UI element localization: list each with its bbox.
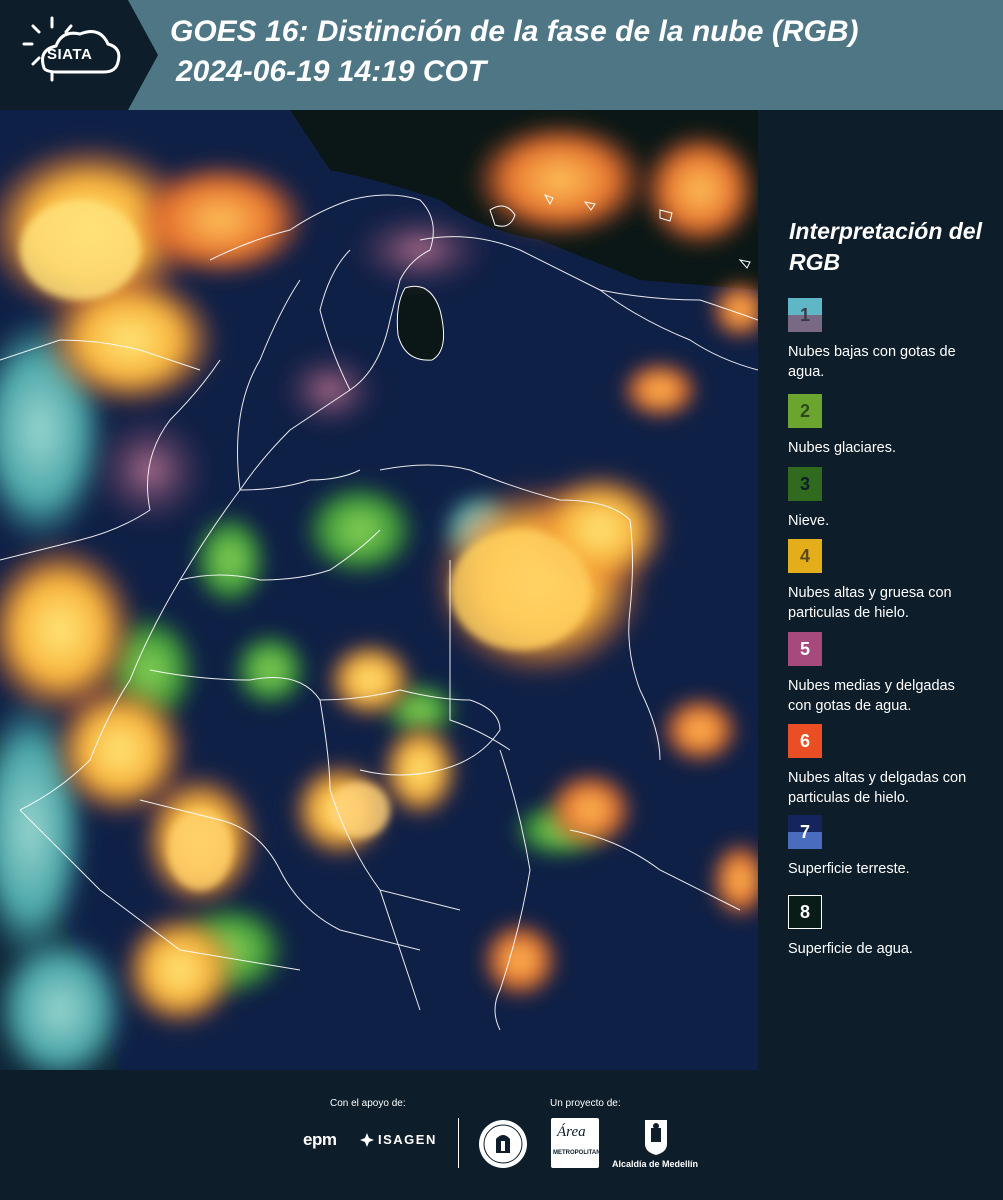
legend-label: Nubes bajas con gotas de agua. — [788, 344, 956, 380]
project-label: Un proyecto de: — [550, 1098, 621, 1109]
legend-number: 7 — [799, 821, 810, 842]
legend-label: Superficie terreste. — [788, 861, 910, 877]
legend-item-4: 4 Nubes altas y gruesa con particulas de… — [788, 539, 1003, 623]
seal-icon — [479, 1120, 527, 1168]
epm-logo: epm — [303, 1130, 337, 1149]
legend-number: 5 — [799, 638, 810, 659]
legend-number: 6 — [799, 730, 810, 751]
legend-swatch-6: 6 — [788, 724, 822, 758]
legend-panel: Interpretación del RGB 1 Nubes bajas con… — [760, 110, 1003, 1070]
legend-number: 8 — [799, 901, 810, 922]
legend-number: 1 — [799, 304, 810, 325]
legend-label: Superficie de agua. — [788, 941, 913, 957]
legend-swatch-8: 8 — [788, 895, 822, 929]
legend-item-7: 7 Superficie terreste. — [788, 815, 1003, 879]
legend-label: Nieve. — [788, 513, 830, 529]
header-bar: SIATA GOES 16: Distinción de la fase de … — [0, 0, 1003, 110]
isagen-logo: ISAGEN — [378, 1132, 437, 1147]
legend-label: Nubes altas y delgadas con particulas de… — [788, 770, 967, 806]
area-logo-subtext: METROPOLITANA — [553, 1150, 605, 1156]
support-label: Con el apoyo de: — [330, 1098, 406, 1109]
legend-swatch-7: 7 — [788, 815, 822, 849]
page-title: GOES 16: Distinción de la fase de la nub… — [170, 15, 859, 48]
legend-swatch-1: 1 — [788, 298, 822, 332]
siata-logo: SIATA — [0, 0, 158, 110]
legend-label: Nubes glaciares. — [788, 440, 896, 456]
legend-number: 3 — [799, 473, 810, 494]
alcaldia-logo-text: Alcaldía de Medellín — [612, 1159, 699, 1169]
legend-swatch-3: 3 — [788, 467, 822, 501]
legend-swatch-5: 5 — [788, 632, 822, 666]
logo-text: SIATA — [47, 46, 93, 63]
legend-item-5: 5 Nubes medias y delgadas con gotas de a… — [788, 632, 1003, 716]
legend-item-6: 6 Nubes altas y delgadas con particulas … — [788, 724, 1003, 808]
legend-item-8: 8 Superficie de agua. — [788, 895, 1003, 959]
satellite-map[interactable] — [0, 110, 758, 1070]
page-subtitle-datetime: 2024-06-19 14:19 COT — [176, 55, 487, 88]
satellite-image — [0, 110, 758, 1070]
area-logo-text: Área — [557, 1124, 586, 1140]
legend-label: Nubes medias y delgadas con gotas de agu… — [788, 678, 955, 714]
legend-item-1: 1 Nubes bajas con gotas de agua. — [788, 298, 1003, 382]
alcaldia-shield-icon — [645, 1120, 667, 1155]
legend-number: 4 — [799, 545, 810, 566]
legend-swatch-2: 2 — [788, 394, 822, 428]
legend-number: 2 — [799, 400, 810, 421]
legend-swatch-4: 4 — [788, 539, 822, 573]
footer: Con el apoyo de: Un proyecto de: epm ISA… — [0, 1070, 1003, 1200]
legend-title: Interpretación del RGB — [789, 218, 982, 275]
legend-label: Nubes altas y gruesa con particulas de h… — [788, 585, 952, 621]
isagen-icon — [360, 1133, 374, 1147]
legend-item-3: 3 Nieve. — [788, 467, 1003, 531]
legend-item-2: 2 Nubes glaciares. — [788, 394, 1003, 458]
footer-divider — [458, 1118, 459, 1168]
